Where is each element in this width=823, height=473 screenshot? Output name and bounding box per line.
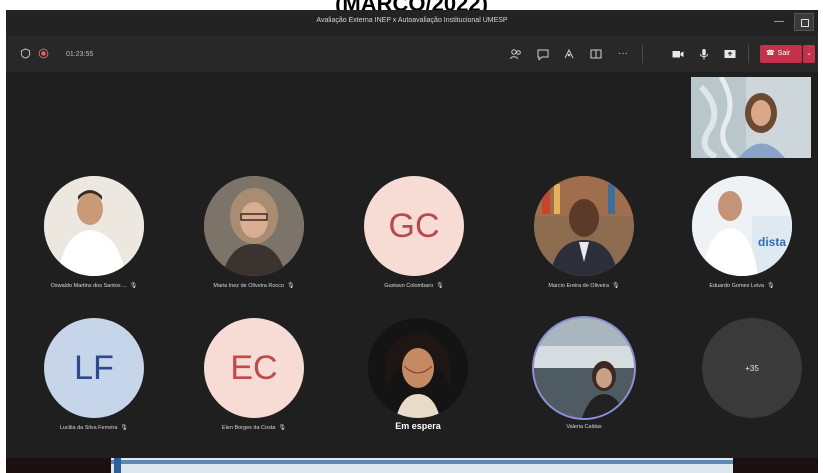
- taskbar-strip: [6, 458, 818, 473]
- minimize-button[interactable]: —: [770, 14, 788, 30]
- participant-initials-avatar: EC: [204, 318, 304, 418]
- participant-photo: [44, 176, 144, 276]
- participant-name-row: Elen Borges da Costa 🎙: [178, 424, 330, 431]
- chat-icon[interactable]: [536, 47, 550, 61]
- participant-tile[interactable]: Marcio Ereira de Oliveira 🎙: [508, 176, 660, 306]
- participant-name: Oswaldo Martins dos Santos ...: [50, 283, 127, 289]
- participant-name: Marcio Ereira de Oliveira: [548, 283, 609, 289]
- participant-tile[interactable]: EC Elen Borges da Costa 🎙: [178, 318, 330, 448]
- participant-initials-avatar: LF: [44, 318, 144, 418]
- participant-name: Elen Borges da Costa: [221, 425, 276, 431]
- microphone-icon: 🎙: [287, 283, 295, 289]
- microphone-icon: 🎙: [278, 425, 287, 431]
- leave-button[interactable]: ☎ Sair: [760, 45, 802, 63]
- participant-name-row: Oswaldo Martins dos Santos ... 🎙: [18, 282, 170, 289]
- participant-name-row: Eduardo Gomes Leiva 🎙: [666, 282, 818, 289]
- participant-name-row: Lucilia da Silva Ferreira 🎙: [18, 424, 170, 431]
- leave-options-dropdown[interactable]: ⌄: [803, 45, 815, 63]
- participant-name-row: Maria Inez de Oliveira Rocco 🎙: [178, 282, 330, 289]
- participant-tile[interactable]: Valeria Caldas: [508, 318, 660, 448]
- window-title: Avaliação Externa INEP x Autoavaliação I…: [316, 17, 508, 24]
- participant-name-row: Marcio Ereira de Oliveira 🎙: [508, 282, 660, 289]
- phone-hangup-icon: ☎: [766, 50, 775, 57]
- participant-tile[interactable]: Oswaldo Martins dos Santos ... 🎙: [18, 176, 170, 306]
- more-options-icon[interactable]: ···: [616, 47, 630, 61]
- participant-name: Valeria Caldas: [566, 424, 602, 430]
- meeting-toolbar: 01:23:55 ··· ☎ Sair ⌄: [6, 36, 818, 72]
- toolbar-divider: [642, 45, 643, 63]
- participant-name-row: Valeria Caldas: [508, 424, 660, 430]
- participant-photo: [534, 318, 634, 418]
- share-screen-icon[interactable]: [723, 47, 737, 61]
- self-video-image: [691, 77, 811, 158]
- participant-name: Lucilia da Silva Ferreira: [59, 425, 118, 431]
- microphone-icon: 🎙: [767, 283, 775, 289]
- participant-name: Gustavo Colombaro: [384, 283, 434, 289]
- participant-photo: dista: [692, 176, 792, 276]
- people-icon[interactable]: [509, 47, 523, 61]
- shield-icon[interactable]: [20, 48, 31, 59]
- participant-name: Eduardo Gomes Leiva: [709, 283, 765, 289]
- participant-tile[interactable]: dista Eduardo Gomes Leiva 🎙: [666, 176, 818, 306]
- participant-tile[interactable]: Maria Inez de Oliveira Rocco 🎙: [178, 176, 330, 306]
- reactions-icon[interactable]: [562, 47, 576, 61]
- shared-screen-marker: [114, 458, 121, 473]
- participant-name: Maria Inez de Oliveira Rocco: [213, 283, 284, 289]
- waiting-label: Em espera: [395, 421, 441, 431]
- participant-photo: [534, 176, 634, 276]
- participant-tile[interactable]: LF Lucilia da Silva Ferreira 🎙: [18, 318, 170, 448]
- leave-label: Sair: [777, 50, 791, 57]
- more-participants-count: +35: [702, 318, 802, 418]
- participant-tile[interactable]: GC Gustavo Colombaro 🎙: [338, 176, 490, 306]
- more-participants-tile[interactable]: +35: [676, 318, 823, 448]
- self-video-preview[interactable]: [691, 77, 811, 158]
- microphone-icon: 🎙: [611, 283, 620, 289]
- participant-initials-avatar: GC: [364, 176, 464, 276]
- microphone-icon: 🎙: [436, 283, 444, 289]
- camera-icon[interactable]: [671, 47, 685, 61]
- participant-name-row: Gustavo Colombaro 🎙: [338, 282, 490, 289]
- participant-tile-waiting[interactable]: Em espera: [342, 318, 494, 448]
- toolbar-divider: [748, 45, 749, 63]
- title-bar: Avaliação Externa INEP x Autoavaliação I…: [6, 10, 818, 36]
- microphone-icon: 🎙: [120, 425, 129, 431]
- recording-icon: [38, 48, 49, 59]
- teams-meeting-window: Avaliação Externa INEP x Autoavaliação I…: [6, 10, 818, 458]
- microphone-icon: 🎙: [129, 283, 138, 289]
- shared-screen-band: [111, 460, 733, 464]
- microphone-icon[interactable]: [697, 47, 711, 61]
- participant-photo: [368, 318, 468, 418]
- rooms-icon[interactable]: [589, 47, 603, 61]
- meeting-timer: 01:23:55: [66, 51, 94, 58]
- restore-button[interactable]: [794, 13, 814, 31]
- participant-photo: [204, 176, 304, 276]
- svg-text:dista: dista: [758, 235, 786, 249]
